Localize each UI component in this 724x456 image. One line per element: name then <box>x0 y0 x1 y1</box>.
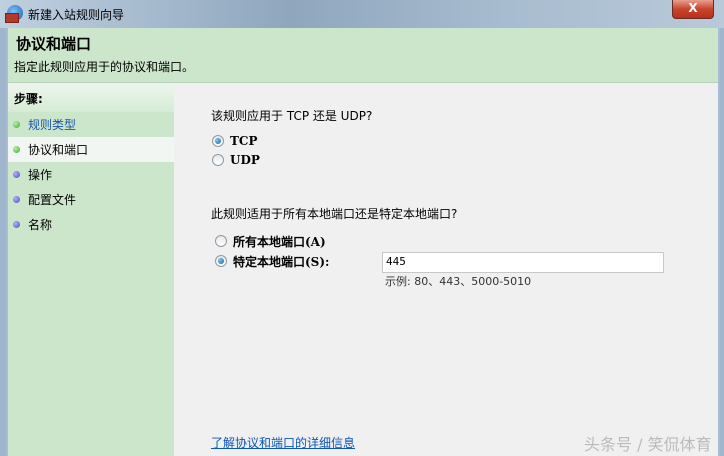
protocol-question: 该规则应用于 TCP 还是 UDP? <box>211 109 373 123</box>
port-question: 此规则适用于所有本地端口还是特定本地端口? <box>211 207 458 221</box>
page-subtitle: 指定此规则应用于的协议和端口。 <box>14 60 195 74</box>
tcp-radio[interactable] <box>212 135 224 147</box>
step-label: 规则类型 <box>28 118 77 132</box>
step-pending-icon <box>13 221 20 228</box>
specific-ports-label[interactable]: 特定本地端口(S): <box>233 253 329 270</box>
specific-ports-input[interactable]: 445 <box>382 252 664 273</box>
step-label: 操作 <box>28 168 53 182</box>
step-label: 名称 <box>28 218 53 232</box>
wizard-header: 协议和端口 指定此规则应用于的协议和端口。 <box>8 28 718 83</box>
step-action[interactable]: 操作 <box>8 162 174 187</box>
steps-heading: 步骤: <box>8 86 174 112</box>
udp-label[interactable]: UDP <box>230 153 260 167</box>
firewall-icon <box>5 5 23 23</box>
window-title: 新建入站规则向导 <box>28 8 125 22</box>
all-ports-label[interactable]: 所有本地端口(A) <box>233 233 326 250</box>
step-profile[interactable]: 配置文件 <box>8 187 174 212</box>
step-label: 配置文件 <box>28 193 77 207</box>
steps-sidebar: 步骤: 规则类型 协议和端口 操作 配置文件 名称 <box>8 86 174 456</box>
step-pending-icon <box>13 171 20 178</box>
page-title: 协议和端口 <box>16 35 92 53</box>
step-name[interactable]: 名称 <box>8 212 174 237</box>
tcp-label[interactable]: TCP <box>230 134 258 148</box>
wizard-window: 协议和端口 指定此规则应用于的协议和端口。 步骤: 规则类型 协议和端口 操作 … <box>6 28 720 456</box>
port-example-hint: 示例: 80、443、5000-5010 <box>385 275 532 288</box>
help-link[interactable]: 了解协议和端口的详细信息 <box>211 434 355 451</box>
close-button[interactable]: X <box>672 0 714 19</box>
step-pending-icon <box>13 196 20 203</box>
step-rule-type[interactable]: 规则类型 <box>8 112 174 137</box>
step-done-icon <box>13 121 20 128</box>
step-label: 协议和端口 <box>28 143 89 157</box>
specific-ports-radio[interactable] <box>215 255 227 267</box>
main-panel: 该规则应用于 TCP 还是 UDP? TCP UDP 此规则适用于所有本地端口还… <box>174 86 718 456</box>
all-ports-radio[interactable] <box>215 235 227 247</box>
title-bar: 新建入站规则向导 X <box>0 0 724 28</box>
step-protocol-ports[interactable]: 协议和端口 <box>8 137 174 162</box>
step-current-icon <box>13 146 20 153</box>
watermark: 头条号 / 笑侃体育 <box>584 435 712 454</box>
udp-radio[interactable] <box>212 154 224 166</box>
